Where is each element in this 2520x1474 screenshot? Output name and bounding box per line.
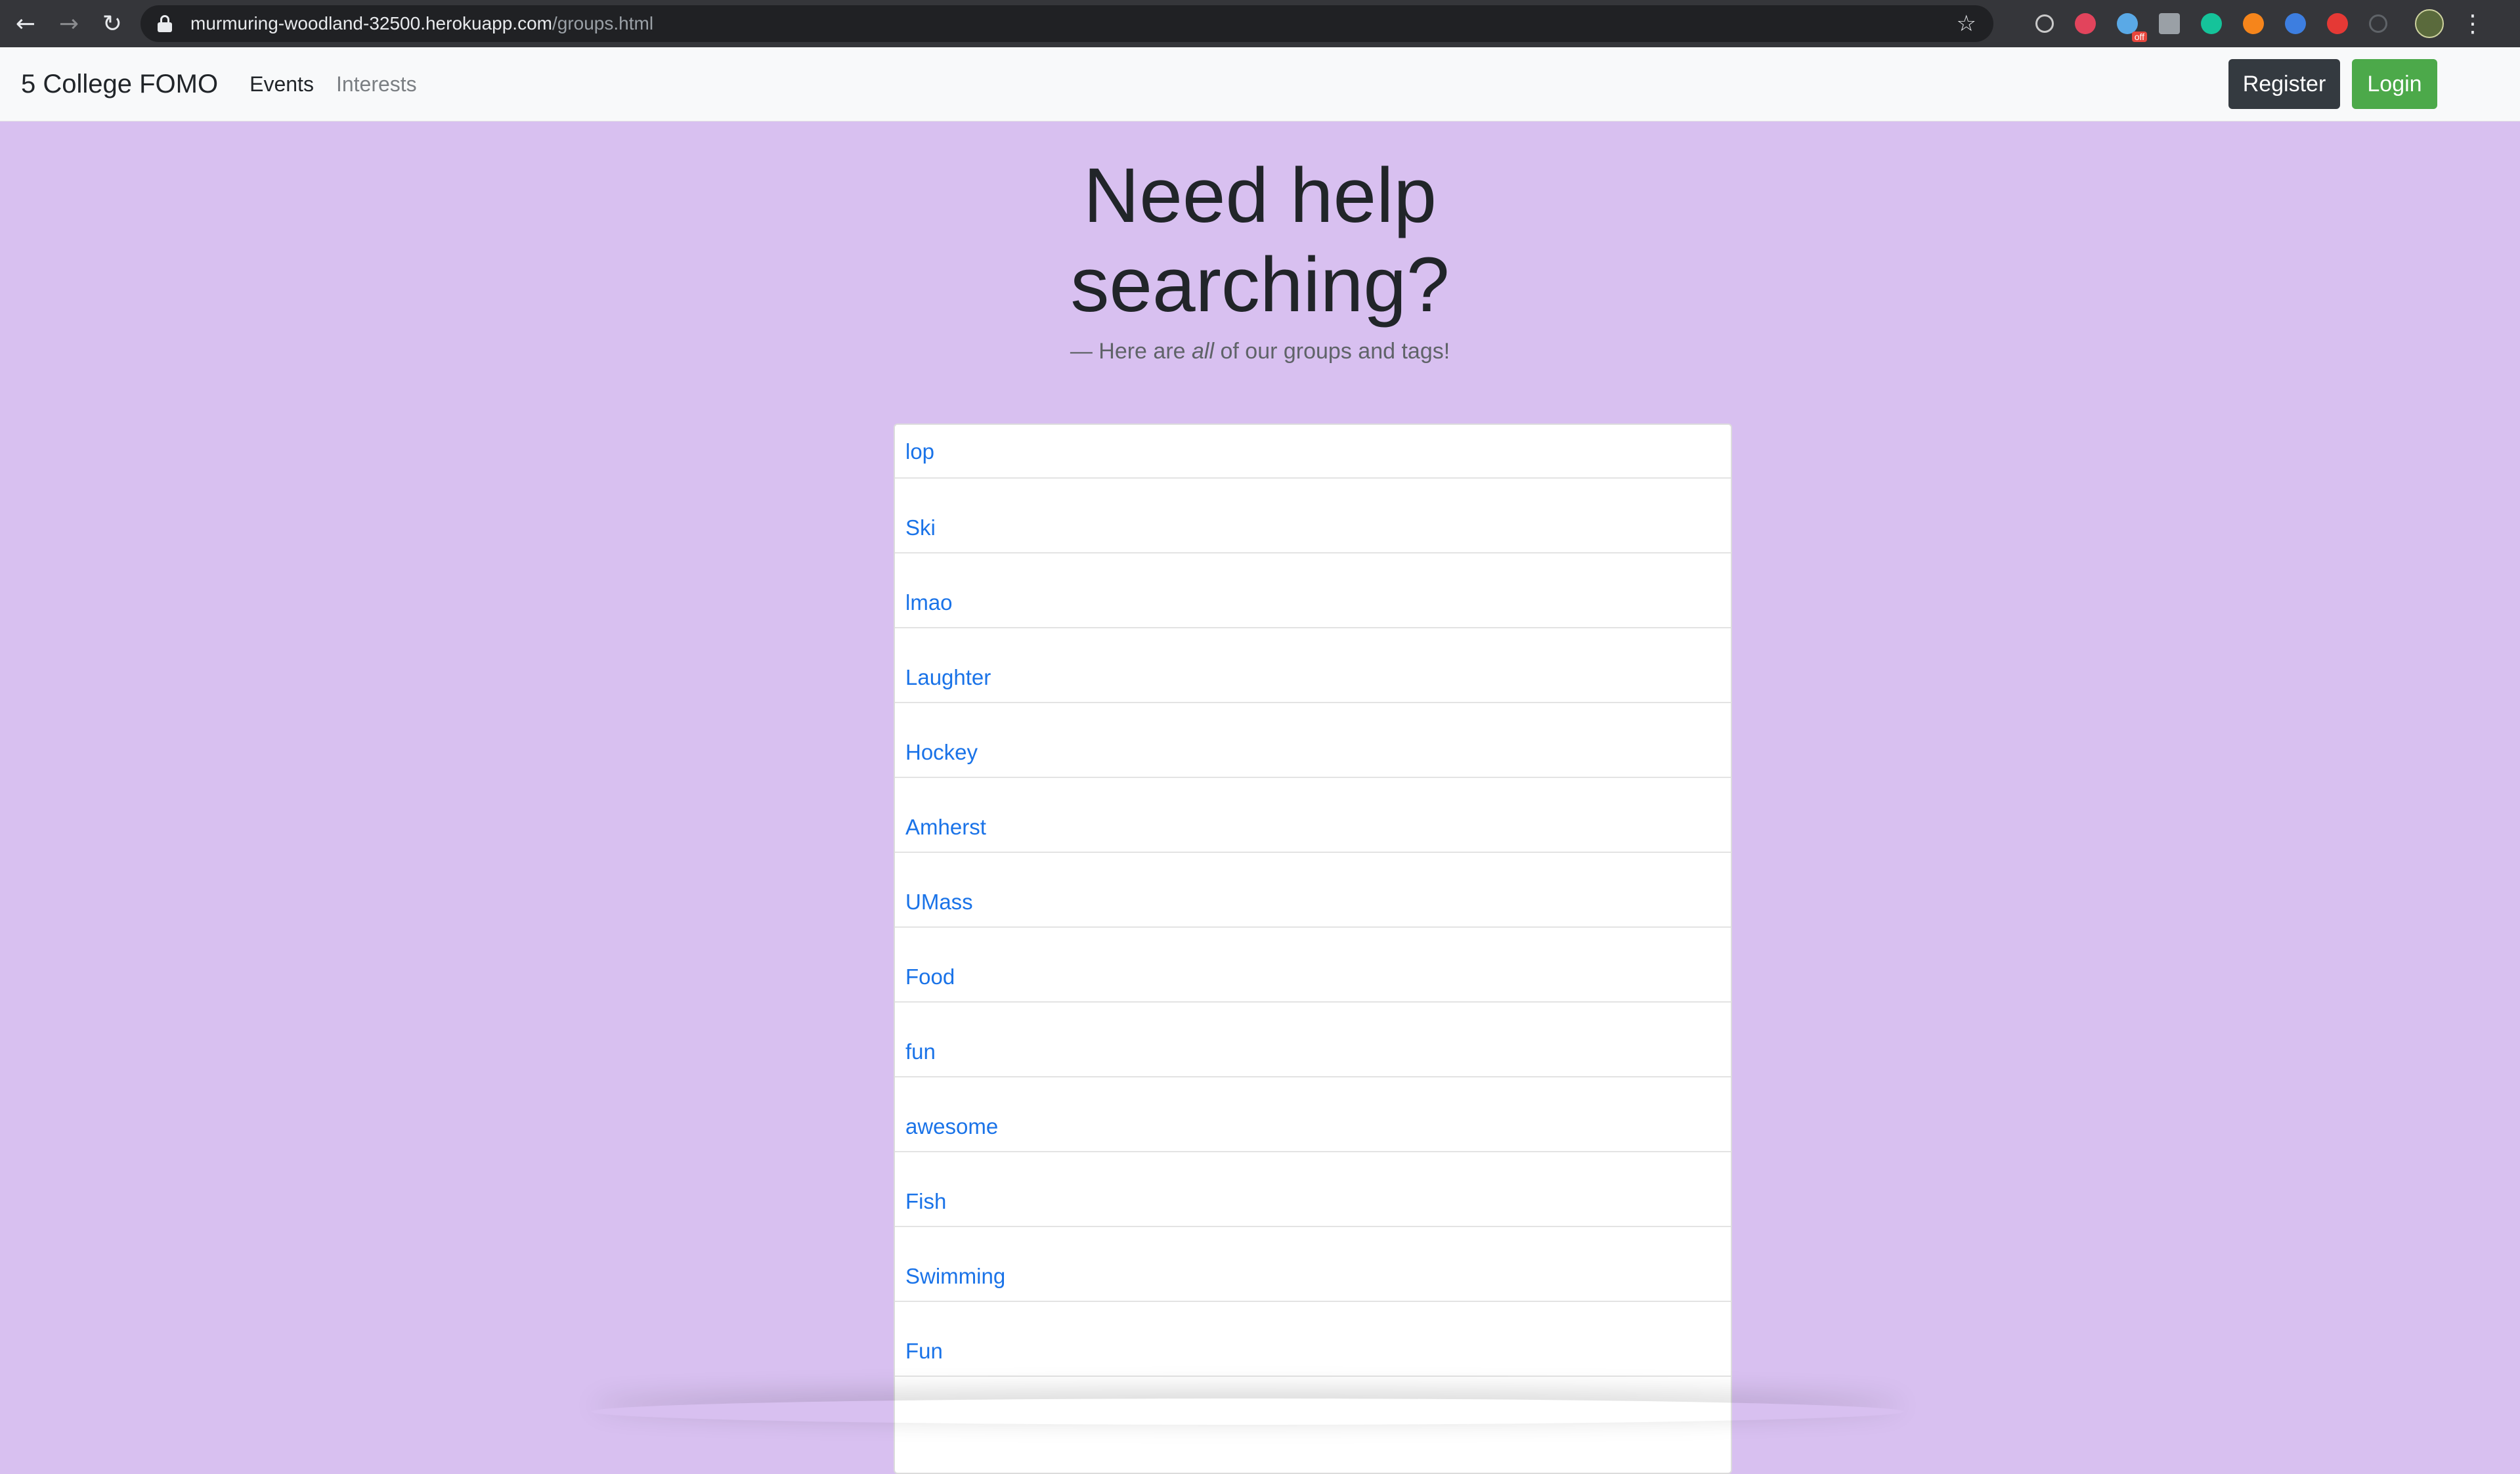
list-item: lmao bbox=[895, 553, 1731, 628]
bookmark-star-icon[interactable]: ☆ bbox=[1957, 11, 1976, 37]
browser-toolbar: ← → ↻ murmuring-woodland-32500.herokuapp… bbox=[0, 0, 2520, 47]
page-subtitle: — Here are all of our groups and tags! bbox=[0, 339, 2520, 364]
off-badge: off bbox=[2131, 32, 2147, 42]
list-item: Fun bbox=[895, 1302, 1731, 1377]
honey-extension-icon[interactable]: off bbox=[2117, 13, 2147, 42]
group-link-awesome[interactable]: awesome bbox=[905, 1114, 998, 1139]
group-link-fun[interactable]: Fun bbox=[905, 1339, 943, 1364]
list-item: Swimming bbox=[895, 1227, 1731, 1302]
list-item: Laughter bbox=[895, 628, 1731, 703]
group-link-umass[interactable]: UMass bbox=[905, 890, 973, 915]
url-text[interactable]: murmuring-woodland-32500.herokuapp.com/g… bbox=[190, 13, 653, 34]
register-button[interactable]: Register bbox=[2228, 59, 2340, 109]
group-link-fun-lower[interactable]: fun bbox=[905, 1039, 936, 1064]
metamask-extension-icon[interactable] bbox=[2243, 13, 2264, 34]
adblock-extension-icon[interactable] bbox=[2327, 13, 2348, 34]
login-button[interactable]: Login bbox=[2352, 59, 2437, 109]
reload-icon[interactable]: ↻ bbox=[95, 6, 130, 41]
list-item: awesome bbox=[895, 1077, 1731, 1152]
group-link-lmao[interactable]: lmao bbox=[905, 590, 953, 615]
subtitle-emphasis: all bbox=[1192, 339, 1215, 364]
groups-list: lop Ski lmao Laughter Hockey Amherst UMa… bbox=[894, 423, 1732, 1474]
back-arrow-icon[interactable]: ← bbox=[8, 6, 43, 41]
lock-icon bbox=[158, 15, 172, 32]
menu-kebab-icon[interactable]: ⋮ bbox=[2461, 11, 2485, 37]
group-link-laughter[interactable]: Laughter bbox=[905, 665, 991, 690]
grammarly-extension-icon[interactable] bbox=[2201, 13, 2222, 34]
group-link-lop[interactable]: lop bbox=[905, 439, 934, 464]
site-navbar: 5 College FOMO Events Interests Register… bbox=[0, 47, 2520, 121]
puzzle-extension-icon[interactable] bbox=[2159, 13, 2180, 34]
list-item: Fish bbox=[895, 1152, 1731, 1227]
extensions-area: off ⋮ bbox=[2035, 9, 2485, 42]
password-extension-icon[interactable] bbox=[2285, 13, 2306, 34]
list-item: fun bbox=[895, 1003, 1731, 1077]
dark-extension-icon[interactable] bbox=[2369, 14, 2387, 33]
list-item: Amherst bbox=[895, 778, 1731, 853]
group-link-food[interactable]: Food bbox=[905, 965, 955, 989]
nav-link-interests[interactable]: Interests bbox=[336, 72, 417, 97]
location-extension-icon[interactable] bbox=[2035, 14, 2054, 33]
list-item: Food bbox=[895, 928, 1731, 1003]
title-line-1: Need help bbox=[1083, 152, 1437, 239]
brand-logo[interactable]: 5 College FOMO bbox=[21, 70, 218, 99]
group-link-swimming[interactable]: Swimming bbox=[905, 1264, 1005, 1289]
profile-avatar[interactable] bbox=[2415, 9, 2444, 38]
address-bar[interactable]: murmuring-woodland-32500.herokuapp.com/g… bbox=[141, 5, 1993, 42]
bottom-shadow bbox=[591, 1398, 1904, 1425]
group-link-ski[interactable]: Ski bbox=[905, 515, 936, 540]
group-link-hockey[interactable]: Hockey bbox=[905, 740, 978, 765]
list-item: Hockey bbox=[895, 703, 1731, 778]
group-link-amherst[interactable]: Amherst bbox=[905, 815, 986, 840]
todoist-extension-icon[interactable] bbox=[2075, 13, 2096, 34]
page-title: Need help searching? bbox=[0, 151, 2520, 330]
list-item: Ski bbox=[895, 479, 1731, 553]
subtitle-lead: — Here are bbox=[1070, 339, 1192, 364]
list-item: UMass bbox=[895, 853, 1731, 928]
forward-arrow-icon[interactable]: → bbox=[51, 6, 87, 41]
nav-link-events[interactable]: Events bbox=[250, 72, 314, 97]
list-item: lop bbox=[895, 425, 1731, 479]
group-link-fish[interactable]: Fish bbox=[905, 1189, 946, 1214]
subtitle-rest: of our groups and tags! bbox=[1214, 339, 1450, 364]
title-line-2: searching? bbox=[1070, 242, 1450, 328]
